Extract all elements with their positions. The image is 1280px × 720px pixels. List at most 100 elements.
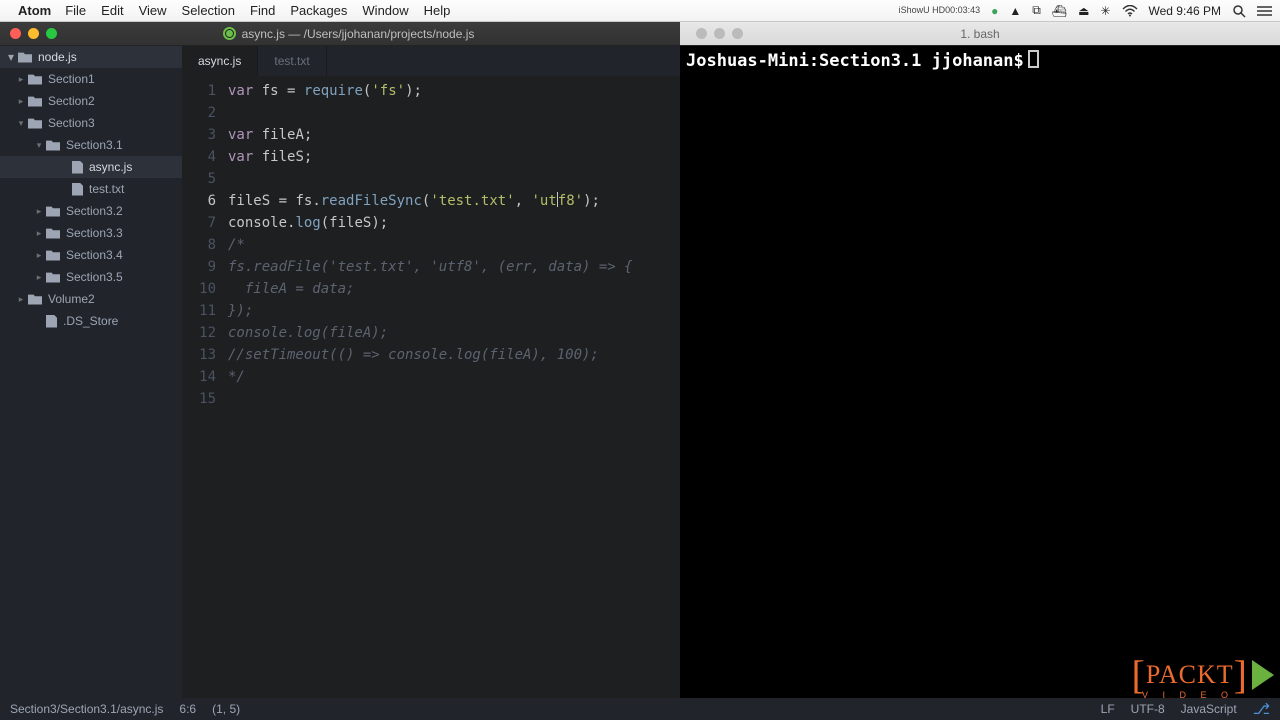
code-line[interactable]: [228, 102, 680, 124]
tree-item-section3-1[interactable]: ▾Section3.1: [0, 134, 182, 156]
tree-item-section1[interactable]: ▸Section1: [0, 68, 182, 90]
editor: async.jstest.txt 123456789101112131415 v…: [182, 46, 680, 698]
code-line[interactable]: */: [228, 366, 680, 388]
tree-item-section3-4[interactable]: ▸Section3.4: [0, 244, 182, 266]
term-minimize-button[interactable]: [714, 28, 725, 39]
term-zoom-button[interactable]: [732, 28, 743, 39]
line-number[interactable]: 11: [182, 300, 216, 322]
folder-icon: [28, 294, 42, 305]
tree-item-async-js[interactable]: async.js: [0, 156, 182, 178]
file-icon: [72, 183, 83, 196]
menu-edit[interactable]: Edit: [101, 3, 123, 18]
code-line[interactable]: [228, 168, 680, 190]
code-line[interactable]: });: [228, 300, 680, 322]
project-root[interactable]: ▾node.js: [0, 46, 182, 68]
menu-selection[interactable]: Selection: [182, 3, 235, 18]
tree-item--ds_store[interactable]: .DS_Store: [0, 310, 182, 332]
tree-item-section3-3[interactable]: ▸Section3.3: [0, 222, 182, 244]
terminal-titlebar: 1. bash: [680, 22, 1280, 46]
terminal-title: 1. bash: [960, 27, 999, 41]
term-close-button[interactable]: [696, 28, 707, 39]
close-button[interactable]: [10, 28, 21, 39]
gdrive-icon[interactable]: ▲: [1009, 4, 1021, 18]
zoom-button[interactable]: [46, 28, 57, 39]
code-line[interactable]: var fs = require('fs');: [228, 80, 680, 102]
file-icon: [46, 315, 57, 328]
code-line[interactable]: [228, 388, 680, 410]
clock[interactable]: Wed 9:46 PM: [1149, 4, 1221, 18]
line-gutter[interactable]: 123456789101112131415: [182, 76, 228, 698]
eject-icon[interactable]: ⏏: [1078, 4, 1089, 18]
terminal-prompt: Joshuas-Mini:Section3.1 jjohanan$: [686, 51, 1024, 71]
tree-item-section3-5[interactable]: ▸Section3.5: [0, 266, 182, 288]
line-number[interactable]: 14: [182, 366, 216, 388]
code-line[interactable]: var fileS;: [228, 146, 680, 168]
line-number[interactable]: 6: [182, 190, 216, 212]
line-number[interactable]: 2: [182, 102, 216, 124]
menu-icon[interactable]: [1257, 5, 1272, 17]
folder-icon: [28, 74, 42, 85]
folder-icon: [46, 140, 60, 151]
docker-icon[interactable]: ⛴: [1052, 4, 1067, 18]
line-number[interactable]: 13: [182, 344, 216, 366]
status-cursor-pos[interactable]: 6:6: [179, 702, 196, 716]
menu-window[interactable]: Window: [362, 3, 408, 18]
code-line[interactable]: //setTimeout(() => console.log(fileA), 1…: [228, 344, 680, 366]
status-selection: (1, 5): [212, 702, 240, 716]
tab-async-js[interactable]: async.js: [182, 46, 258, 76]
folder-icon: [46, 272, 60, 283]
record-dot-icon: ●: [991, 4, 998, 18]
github-icon[interactable]: ⎇: [1253, 700, 1270, 718]
folder-icon: [28, 118, 42, 129]
bluetooth-icon[interactable]: ✳: [1100, 4, 1110, 18]
line-number[interactable]: 8: [182, 234, 216, 256]
code-line[interactable]: console.log(fileS);: [228, 212, 680, 234]
wifi-icon[interactable]: [1122, 5, 1138, 17]
line-number[interactable]: 9: [182, 256, 216, 278]
folder-icon: [28, 96, 42, 107]
code-line[interactable]: fileA = data;: [228, 278, 680, 300]
line-number[interactable]: 7: [182, 212, 216, 234]
mac-menubar: Atom File Edit View Selection Find Packages Wi…: [0, 0, 1280, 22]
status-language[interactable]: JavaScript: [1181, 702, 1237, 716]
tree-item-test-txt[interactable]: test.txt: [0, 178, 182, 200]
status-eol[interactable]: LF: [1101, 702, 1115, 716]
line-number[interactable]: 1: [182, 80, 216, 102]
status-path[interactable]: Section3/Section3.1/async.js: [10, 702, 163, 716]
menu-help[interactable]: Help: [424, 3, 451, 18]
code-line[interactable]: fileS = fs.readFileSync('test.txt', 'utf…: [228, 190, 680, 212]
code-line[interactable]: var fileA;: [228, 124, 680, 146]
code-area[interactable]: var fs = require('fs'); var fileA;var fi…: [228, 76, 680, 698]
tree-item-section2[interactable]: ▸Section2: [0, 90, 182, 112]
minimize-button[interactable]: [28, 28, 39, 39]
line-number[interactable]: 5: [182, 168, 216, 190]
window-title: async.js — /Users/jjohanan/projects/node…: [242, 27, 475, 41]
line-number[interactable]: 4: [182, 146, 216, 168]
line-number[interactable]: 15: [182, 388, 216, 410]
menu-find[interactable]: Find: [250, 3, 275, 18]
folder-icon: [46, 250, 60, 261]
folder-icon: [46, 206, 60, 217]
code-line[interactable]: console.log(fileA);: [228, 322, 680, 344]
status-bar: Section3/Section3.1/async.js 6:6 (1, 5) …: [0, 698, 1280, 720]
line-number[interactable]: 12: [182, 322, 216, 344]
file-tree[interactable]: ▾node.js ▸Section1▸Section2▾Section3▾Sec…: [0, 46, 182, 698]
menu-packages[interactable]: Packages: [290, 3, 347, 18]
status-encoding[interactable]: UTF-8: [1131, 702, 1165, 716]
terminal-cursor: [1028, 50, 1039, 68]
code-line[interactable]: /*: [228, 234, 680, 256]
line-number[interactable]: 10: [182, 278, 216, 300]
play-icon: [1252, 660, 1274, 690]
tree-item-section3[interactable]: ▾Section3: [0, 112, 182, 134]
spotlight-icon[interactable]: [1232, 4, 1246, 18]
code-line[interactable]: fs.readFile('test.txt', 'utf8', (err, da…: [228, 256, 680, 278]
tree-item-volume2[interactable]: ▸Volume2: [0, 288, 182, 310]
line-number[interactable]: 3: [182, 124, 216, 146]
app-name[interactable]: Atom: [18, 3, 51, 18]
tab-test-txt[interactable]: test.txt: [258, 46, 326, 76]
menu-view[interactable]: View: [139, 3, 167, 18]
terminal[interactable]: Joshuas-Mini:Section3.1 jjohanan$: [680, 46, 1280, 698]
dropbox-icon[interactable]: ⧉: [1032, 3, 1041, 18]
tree-item-section3-2[interactable]: ▸Section3.2: [0, 200, 182, 222]
menu-file[interactable]: File: [65, 3, 86, 18]
